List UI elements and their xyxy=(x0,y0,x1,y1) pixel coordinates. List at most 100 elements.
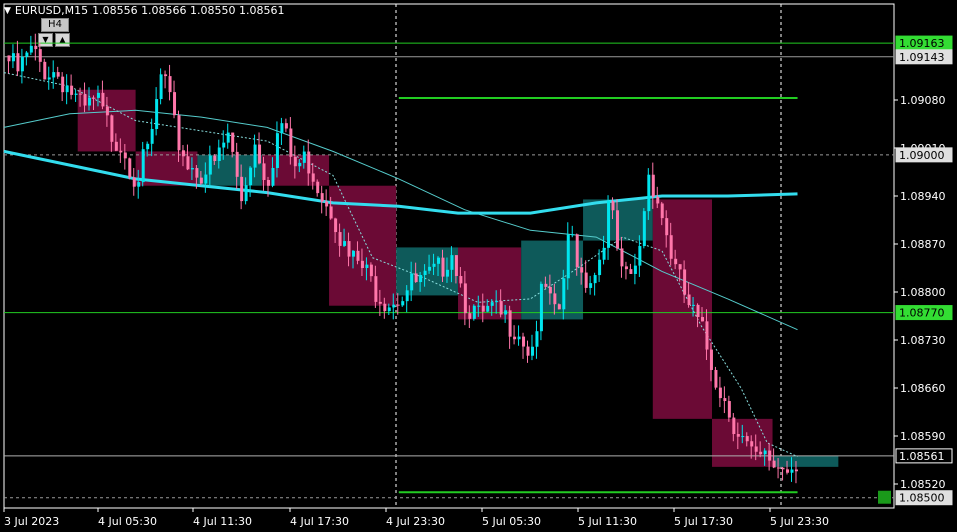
h4-candle-box xyxy=(458,247,522,320)
candle-body xyxy=(123,152,127,159)
candle-body xyxy=(253,144,257,168)
candle-body xyxy=(790,469,794,473)
price-level-badge-label: 1.08770 xyxy=(899,307,945,320)
candle-body xyxy=(56,72,60,77)
candle-body xyxy=(352,250,356,257)
candle-body xyxy=(25,52,29,57)
candle-body xyxy=(369,264,373,277)
candle-body xyxy=(150,129,154,144)
price-chart[interactable]: 1.090801.090101.089401.088701.088001.087… xyxy=(0,0,957,532)
candle-body xyxy=(199,177,203,184)
candle-body xyxy=(289,128,293,157)
candle-body xyxy=(213,155,217,162)
candle-body xyxy=(231,132,235,152)
candle-body xyxy=(128,158,132,178)
candle-body xyxy=(535,331,539,347)
price-level-badge-label: 1.09143 xyxy=(899,51,945,64)
candle-body xyxy=(311,173,315,182)
candle-body xyxy=(159,74,163,100)
candle-body xyxy=(262,163,266,180)
x-tick-label: 5 Jul 11:30 xyxy=(578,515,637,528)
candle-body xyxy=(656,196,660,204)
candle-body xyxy=(334,218,338,233)
candle-body xyxy=(34,45,38,50)
candle-body xyxy=(732,417,736,435)
candle-body xyxy=(705,321,709,350)
candle-body xyxy=(598,259,602,276)
candle-body xyxy=(741,436,745,438)
y-tick-label: 1.08940 xyxy=(900,190,946,203)
candle-body xyxy=(566,234,570,279)
candle-body xyxy=(674,258,678,265)
candle-body xyxy=(517,336,521,340)
candle-body xyxy=(222,142,226,148)
price-level-badge-label: 1.09163 xyxy=(899,37,945,50)
x-tick-label: 5 Jul 05:30 xyxy=(482,515,541,528)
candle-body xyxy=(293,156,297,167)
candle-body xyxy=(754,446,758,452)
candle-body xyxy=(472,305,476,319)
candle-body xyxy=(495,301,499,303)
candle-body xyxy=(114,141,118,151)
candle-body xyxy=(401,301,405,306)
x-tick-label: 3 Jul 2023 xyxy=(4,515,59,528)
candle-body xyxy=(79,93,83,95)
candle-body xyxy=(235,151,239,177)
candle-body xyxy=(557,304,561,310)
candle-body xyxy=(258,144,262,164)
candle-body xyxy=(544,283,548,287)
candle-body xyxy=(692,304,696,306)
candle-body xyxy=(405,290,409,302)
candle-body xyxy=(396,304,400,306)
candle-body xyxy=(356,250,360,261)
candle-body xyxy=(477,305,481,307)
candle-body xyxy=(146,143,150,150)
x-tick-label: 4 Jul 11:30 xyxy=(193,515,252,528)
candle-body xyxy=(723,398,727,402)
candle-body xyxy=(240,176,244,202)
candle-body xyxy=(615,210,619,249)
candle-body xyxy=(177,115,181,151)
candle-body xyxy=(624,266,628,270)
candle-body xyxy=(43,61,47,80)
candle-body xyxy=(750,441,754,447)
alert-marker-icon xyxy=(878,490,891,504)
candle-body xyxy=(580,267,584,273)
candle-body xyxy=(284,123,288,129)
candle-body xyxy=(11,53,15,62)
candle-body xyxy=(727,401,731,418)
candle-body xyxy=(186,156,190,170)
candle-body xyxy=(92,97,96,99)
candle-body xyxy=(141,149,145,183)
candle-body xyxy=(423,270,427,276)
price-level-badge-label: 1.08561 xyxy=(899,450,945,463)
candle-body xyxy=(378,301,382,304)
h4-candle-box xyxy=(652,199,713,419)
candle-body xyxy=(204,174,208,184)
candle-body xyxy=(468,313,472,319)
candle-body xyxy=(195,168,199,178)
candle-body xyxy=(61,76,65,93)
candle-body xyxy=(777,467,781,469)
candle-body xyxy=(445,269,449,277)
candle-body xyxy=(736,434,740,437)
candle-body xyxy=(208,155,212,175)
candle-body xyxy=(173,92,177,116)
candle-body xyxy=(638,246,642,266)
candle-body xyxy=(602,247,606,260)
candle-body xyxy=(633,265,637,274)
candle-body xyxy=(101,92,105,107)
candle-body xyxy=(410,273,414,291)
candle-body xyxy=(620,248,624,267)
price-level-badge-label: 1.08500 xyxy=(899,492,945,505)
candle-body xyxy=(387,307,391,312)
candle-body xyxy=(660,203,664,219)
candle-body xyxy=(419,275,423,283)
candle-body xyxy=(651,174,655,197)
y-tick-label: 1.08520 xyxy=(900,478,946,491)
candle-body xyxy=(718,387,722,399)
candle-body xyxy=(302,151,306,163)
candle-body xyxy=(20,56,24,72)
candle-body xyxy=(74,93,78,95)
candle-body xyxy=(454,255,458,277)
